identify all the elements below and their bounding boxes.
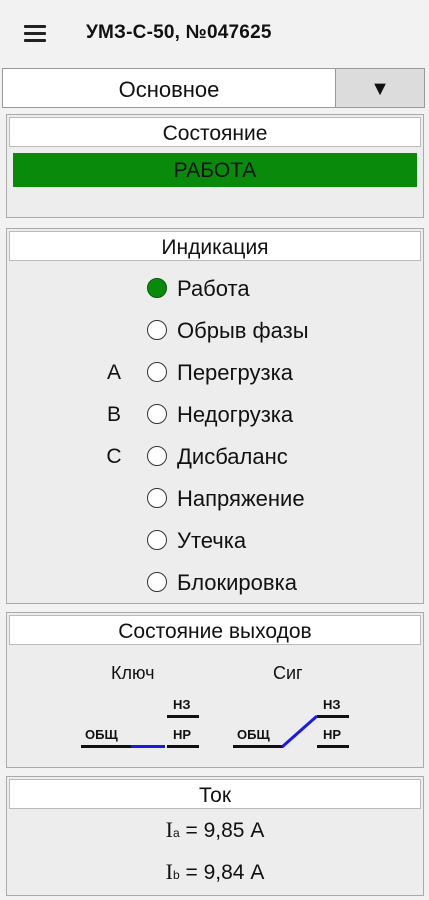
mode-select[interactable]: Основное ▼ bbox=[2, 68, 425, 108]
indicator-label: Блокировка bbox=[177, 570, 297, 595]
indicator-label: Дисбаланс bbox=[177, 444, 288, 469]
sig-common-contact bbox=[233, 745, 283, 748]
sig-no-label: НР bbox=[323, 727, 342, 742]
current-row-b: Ib = 9,84 А bbox=[7, 859, 423, 885]
key-nc-contact bbox=[167, 715, 199, 718]
indicator-label: Обрыв фазы bbox=[177, 318, 309, 343]
indicator-led-icon bbox=[147, 362, 167, 382]
indicator-row: Напряжение bbox=[7, 485, 423, 513]
phase-label: B bbox=[106, 403, 121, 426]
indicator-row: C Дисбаланс bbox=[7, 443, 423, 471]
indicator-label: Недогрузка bbox=[177, 402, 294, 427]
app-bar: УМЗ-С-50, №047625 bbox=[0, 0, 429, 68]
sig-nc-contact bbox=[317, 715, 349, 718]
current-value: = 9,85 А bbox=[185, 819, 265, 842]
indicator-led-icon bbox=[147, 572, 167, 592]
indicator-led-icon bbox=[147, 530, 167, 550]
sig-common-label: ОБЩ bbox=[237, 727, 270, 742]
indicator-row: Обрыв фазы bbox=[7, 317, 423, 345]
indicator-led-icon bbox=[147, 446, 167, 466]
current-row-a: Ia = 9,85 А bbox=[7, 817, 423, 843]
current-symbol: I bbox=[165, 817, 173, 842]
key-switch-blade bbox=[131, 745, 165, 748]
sig-nc-label: НЗ bbox=[323, 697, 341, 712]
sig-switch-blade bbox=[281, 714, 318, 749]
indicator-label: Утечка bbox=[177, 528, 247, 553]
indicator-row: Блокировка bbox=[7, 569, 423, 597]
indicator-row: A Перегрузка bbox=[7, 359, 423, 387]
current-subscript: a bbox=[172, 826, 180, 840]
indicator-label: Работа bbox=[177, 276, 250, 301]
indicator-label: Перегрузка bbox=[177, 360, 293, 385]
sig-relay-label: Сиг bbox=[273, 663, 303, 683]
state-panel-title: Состояние bbox=[9, 117, 421, 147]
current-value: = 9,84 А bbox=[185, 861, 265, 884]
indicator-led-icon bbox=[147, 278, 167, 298]
indicator-label: Напряжение bbox=[177, 486, 305, 511]
indicator-row: Работа bbox=[7, 275, 423, 303]
chevron-down-icon[interactable]: ▼ bbox=[335, 69, 424, 107]
state-panel: Состояние РАБОТА bbox=[6, 114, 424, 218]
sig-no-contact bbox=[317, 745, 349, 748]
key-no-label: НР bbox=[173, 727, 192, 742]
indication-panel-title: Индикация bbox=[9, 231, 421, 261]
indicator-led-icon bbox=[147, 320, 167, 340]
phase-label: A bbox=[106, 361, 121, 384]
status-badge: РАБОТА bbox=[13, 153, 417, 187]
page-title: УМЗ-С-50, №047625 bbox=[86, 22, 272, 43]
hamburger-menu-icon[interactable] bbox=[24, 25, 46, 42]
current-symbol: I bbox=[165, 859, 173, 884]
key-nc-label: НЗ bbox=[173, 697, 191, 712]
outputs-panel: Состояние выходов Ключ НЗ ОБЩ НР Сиг НЗ … bbox=[6, 612, 424, 768]
current-panel: Ток Ia = 9,85 А Ib = 9,84 А bbox=[6, 776, 424, 896]
key-no-contact bbox=[167, 745, 199, 748]
indicator-row: Утечка bbox=[7, 527, 423, 555]
key-common-label: ОБЩ bbox=[85, 727, 118, 742]
key-common-contact bbox=[81, 745, 131, 748]
current-panel-title: Ток bbox=[9, 779, 421, 809]
current-subscript: b bbox=[172, 868, 180, 882]
outputs-panel-title: Состояние выходов bbox=[9, 615, 421, 645]
indicator-row: B Недогрузка bbox=[7, 401, 423, 429]
indicator-led-icon bbox=[147, 488, 167, 508]
indication-panel: Индикация Работа Обрыв фазы A Перегрузка B Не… bbox=[6, 228, 424, 604]
phase-label: C bbox=[106, 445, 122, 468]
indicator-led-icon bbox=[147, 404, 167, 424]
key-relay-label: Ключ bbox=[111, 663, 155, 683]
mode-select-value[interactable]: Основное bbox=[3, 69, 335, 107]
